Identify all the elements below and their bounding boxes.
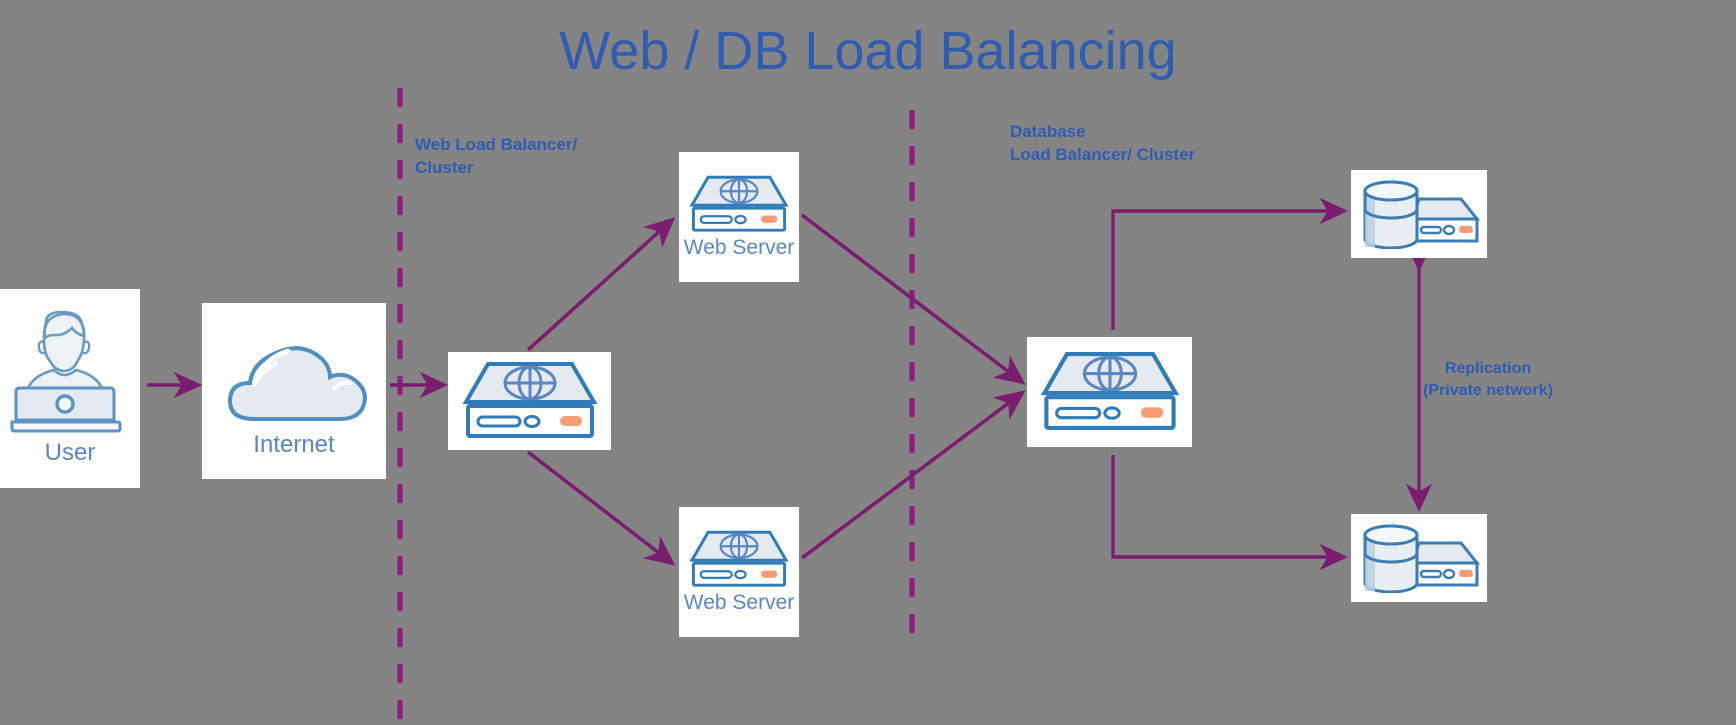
server-globe-icon: [689, 175, 789, 232]
server-globe-icon: [462, 362, 597, 438]
node-user[interactable]: User: [0, 289, 140, 488]
user-laptop-icon: [10, 310, 122, 433]
node-internet-label: Internet: [253, 431, 335, 458]
node-web-server-1[interactable]: Web Server: [679, 152, 799, 282]
edge-dblb-db1: [1111, 197, 1349, 330]
node-web-load-balancer[interactable]: [448, 352, 611, 450]
edge-weblb-web1: [526, 217, 676, 352]
server-globe-icon: [689, 530, 789, 587]
edge-dblb-db2: [1111, 455, 1349, 571]
node-web-server-2-label: Web Server: [683, 591, 795, 614]
edge-weblb-web2: [526, 450, 676, 566]
node-database-2[interactable]: [1351, 514, 1487, 602]
node-database-1[interactable]: [1351, 170, 1487, 258]
zone-label-web-load-balancer: Web Load Balancer/ Cluster: [415, 135, 578, 177]
edge-web1-dblb: [800, 213, 1026, 385]
node-db-load-balancer[interactable]: [1027, 337, 1192, 447]
database-server-icon: [1363, 524, 1481, 593]
node-web-server-1-label: Web Server: [683, 236, 795, 259]
page-title: Web / DB Load Balancing: [559, 21, 1177, 81]
replication-label: Replication (Private network): [1423, 360, 1553, 399]
edge-web2-dblb: [800, 390, 1026, 560]
node-internet[interactable]: Internet: [202, 303, 386, 479]
node-web-server-2[interactable]: Web Server: [679, 507, 799, 637]
database-server-icon: [1363, 180, 1481, 249]
node-user-label: User: [44, 439, 96, 466]
cloud-icon: [227, 346, 367, 421]
zone-label-database-load-balancer: Database Load Balancer/ Cluster: [1010, 122, 1196, 164]
diagram-canvas: Web / DB Load Balancing Web Load Balance…: [0, 0, 1736, 725]
server-globe-icon: [1040, 352, 1179, 430]
